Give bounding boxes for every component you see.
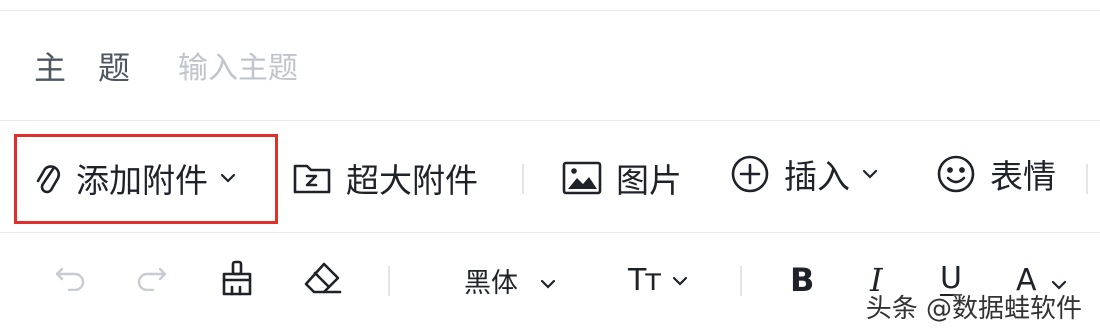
subject-label: 主题: [34, 49, 163, 87]
chevron-down-icon: [540, 265, 556, 296]
image-label: 图片: [616, 161, 682, 200]
insert-button[interactable]: 插入: [730, 152, 878, 196]
toolbar-separator: [740, 266, 742, 296]
folder-icon: [292, 161, 332, 195]
bold-icon: B: [790, 261, 815, 299]
eraser-icon: [302, 260, 342, 300]
large-attachment-label: 超大附件: [346, 161, 478, 200]
watermark: 头条 @数据蛙软件: [865, 294, 1082, 324]
smiley-icon: [936, 154, 976, 194]
emoji-label: 表情: [990, 157, 1056, 196]
add-attachment-label: 添加附件: [76, 161, 208, 200]
font-size-icon: Tт: [628, 262, 662, 298]
redo-button[interactable]: [134, 257, 168, 303]
add-attachment-button[interactable]: 添加附件: [34, 156, 236, 200]
bold-button[interactable]: B: [790, 257, 814, 303]
font-family-value: 黑体: [464, 267, 518, 299]
font-size-select[interactable]: Tт: [628, 257, 688, 303]
subject-input[interactable]: [178, 46, 1038, 90]
format-painter-button[interactable]: [218, 257, 256, 303]
toolbar-divider: [0, 232, 1100, 233]
brush-icon: [218, 259, 256, 301]
redo-icon: [134, 265, 168, 295]
chevron-down-icon[interactable]: [220, 173, 236, 183]
toolbar-separator: [388, 266, 390, 296]
emoji-button[interactable]: 表情: [936, 152, 1056, 196]
chevron-down-icon[interactable]: [862, 169, 878, 179]
eraser-button[interactable]: [302, 257, 342, 303]
undo-icon: [54, 265, 88, 295]
undo-button[interactable]: [54, 257, 88, 303]
toolbar-separator: [522, 164, 524, 194]
large-attachment-button[interactable]: 超大附件: [292, 156, 478, 200]
image-button[interactable]: 图片: [562, 156, 682, 200]
toolbar-separator: [1086, 164, 1088, 194]
plus-circle-icon: [730, 154, 770, 194]
subject-divider: [0, 120, 1100, 121]
font-family-select[interactable]: 黑体: [464, 257, 556, 303]
top-divider: [0, 10, 1100, 11]
chevron-down-icon: [672, 271, 688, 290]
insert-label: 插入: [784, 157, 850, 196]
paperclip-icon: [34, 160, 62, 196]
image-icon: [562, 161, 602, 195]
